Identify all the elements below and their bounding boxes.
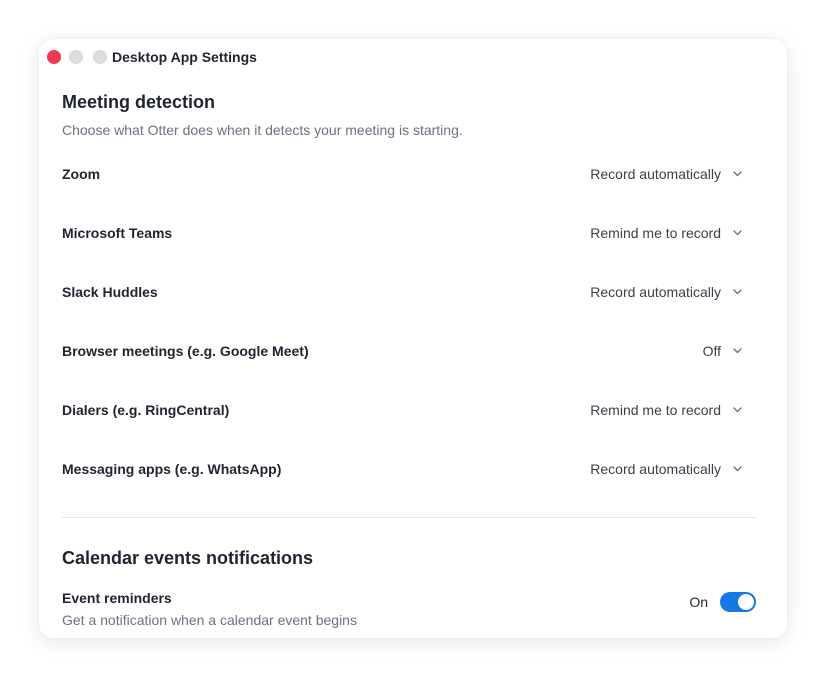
setting-label-dialers: Dialers (e.g. RingCentral): [62, 402, 230, 418]
settings-window: Desktop App Settings Meeting detection C…: [39, 39, 787, 638]
chevron-down-icon: [733, 289, 742, 295]
settings-content: Meeting detection Choose what Otter does…: [62, 91, 756, 629]
setting-label-messaging-apps: Messaging apps (e.g. WhatsApp): [62, 461, 282, 477]
meeting-detection-subtitle: Choose what Otter does when it detects y…: [62, 122, 463, 138]
chevron-down-icon: [733, 407, 742, 413]
setting-row-slack-huddles: Slack Huddles Record automatically: [62, 283, 756, 342]
setting-row-zoom: Zoom Record automatically: [62, 165, 756, 224]
dropdown-value: Record automatically: [590, 461, 721, 477]
event-reminders-toggle[interactable]: [720, 592, 756, 612]
chevron-down-icon: [733, 230, 742, 236]
dropdown-value: Record automatically: [590, 166, 721, 182]
meeting-detection-list: Zoom Record automatically Microsoft Team…: [62, 165, 756, 519]
dropdown-value: Record automatically: [590, 284, 721, 300]
setting-label-slack-huddles: Slack Huddles: [62, 284, 158, 300]
toggle-knob: [738, 594, 754, 610]
close-window-button[interactable]: [47, 50, 61, 64]
event-reminders-description: Get a notification when a calendar event…: [62, 612, 357, 628]
calendar-section: Calendar events notifications Event remi…: [62, 547, 756, 629]
chevron-down-icon: [733, 171, 742, 177]
setting-label-microsoft-teams: Microsoft Teams: [62, 225, 173, 241]
dropdown-value: Remind me to record: [590, 225, 721, 241]
dropdown-microsoft-teams[interactable]: Remind me to record: [590, 224, 742, 242]
window-title: Desktop App Settings: [112, 49, 257, 65]
calendar-section-title: Calendar events notifications: [62, 548, 314, 568]
setting-row-messaging-apps: Messaging apps (e.g. WhatsApp) Record au…: [62, 460, 756, 519]
event-reminders-label: Event reminders: [62, 590, 172, 606]
dropdown-value: Remind me to record: [590, 402, 721, 418]
setting-row-browser-meetings: Browser meetings (e.g. Google Meet) Off: [62, 342, 756, 401]
title-bar: Desktop App Settings: [39, 39, 787, 77]
setting-label-browser-meetings: Browser meetings (e.g. Google Meet): [62, 343, 309, 359]
event-reminders-toggle-group: On: [689, 592, 756, 612]
setting-row-dialers: Dialers (e.g. RingCentral) Remind me to …: [62, 401, 756, 460]
toggle-state-label: On: [689, 594, 708, 610]
setting-row-microsoft-teams: Microsoft Teams Remind me to record: [62, 224, 756, 283]
minimize-window-button[interactable]: [69, 50, 83, 64]
maximize-window-button[interactable]: [93, 50, 107, 64]
dropdown-messaging-apps[interactable]: Record automatically: [590, 460, 742, 478]
meeting-detection-title: Meeting detection: [62, 92, 216, 112]
chevron-down-icon: [733, 348, 742, 354]
chevron-down-icon: [733, 466, 742, 472]
dropdown-value: Off: [702, 343, 721, 359]
event-reminders-row: Event reminders Get a notification when …: [62, 589, 756, 629]
dropdown-dialers[interactable]: Remind me to record: [590, 401, 742, 419]
setting-label-zoom: Zoom: [62, 166, 101, 182]
dropdown-zoom[interactable]: Record automatically: [590, 165, 742, 183]
dropdown-slack-huddles[interactable]: Record automatically: [590, 283, 742, 301]
dropdown-browser-meetings[interactable]: Off: [703, 342, 742, 360]
